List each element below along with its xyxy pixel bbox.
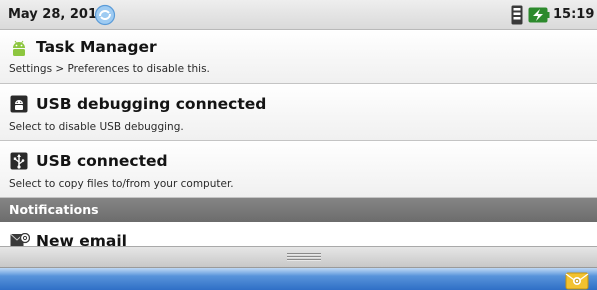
notification-subtitle: Settings > Preferences to disable this. (9, 63, 210, 75)
notification-title: New email (36, 232, 127, 246)
status-date: May 28, 2011 (8, 7, 107, 22)
section-header-notifications: Notifications (0, 198, 597, 222)
status-time: 15:19 (553, 7, 595, 22)
notification-subtitle: Select to disable USB debugging. (9, 121, 184, 133)
notification-title: USB debugging connected (36, 95, 267, 113)
strip-shine (0, 268, 597, 276)
notification-task-manager[interactable]: Task Manager Settings > Preferences to d… (0, 30, 597, 84)
notification-usb-debugging[interactable]: USB debugging connected Select to disabl… (0, 84, 597, 141)
sync-icon (94, 4, 116, 26)
notification-title: Task Manager (36, 38, 157, 56)
email-icon (10, 233, 30, 246)
notification-subtitle: Select to copy files to/from your comput… (9, 178, 234, 190)
usb-debugging-icon (10, 95, 28, 113)
notification-title: USB connected (36, 152, 168, 170)
battery-icon (528, 7, 550, 23)
section-title: Notifications (9, 202, 99, 217)
shade-close-handle[interactable] (0, 246, 597, 268)
status-bar[interactable]: May 28, 2011 15:19 (0, 0, 597, 30)
usb-icon (10, 152, 28, 170)
signal-icon (511, 5, 523, 25)
notification-shade: May 28, 2011 15:19 Task Manager Settings… (0, 0, 597, 290)
grip-icon (287, 253, 321, 261)
android-icon (13, 40, 25, 56)
background-strip (0, 268, 597, 290)
email-app-icon[interactable] (565, 270, 589, 290)
notification-usb-connected[interactable]: USB connected Select to copy files to/fr… (0, 141, 597, 198)
notification-new-email[interactable]: New email (0, 222, 597, 246)
